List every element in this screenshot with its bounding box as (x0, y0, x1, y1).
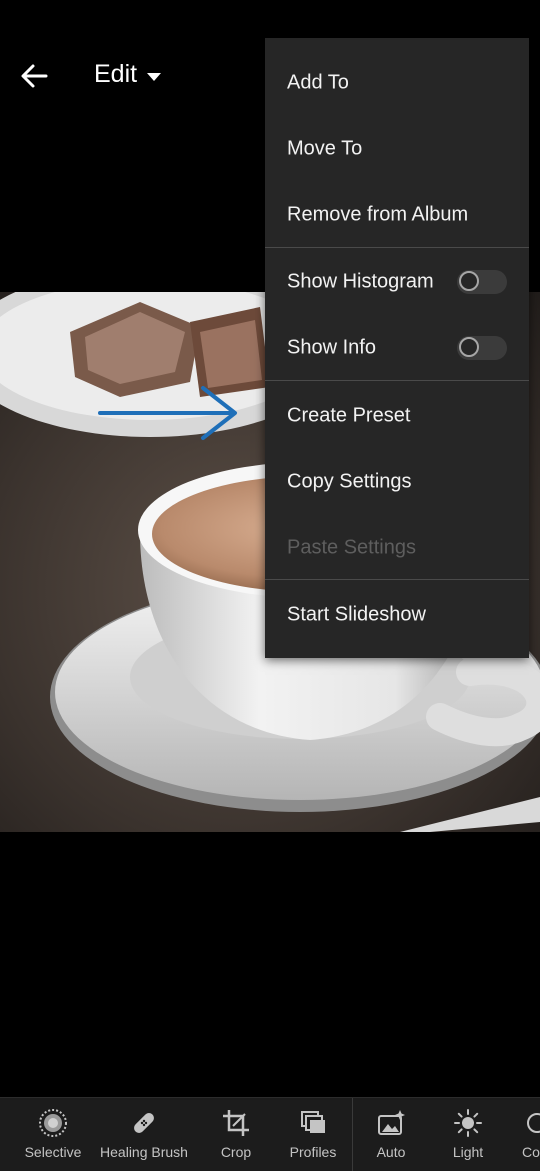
menu-item-label: Create Preset (287, 404, 411, 427)
menu-divider (265, 380, 529, 381)
tool-label: Light (452, 1144, 484, 1160)
auto-icon (378, 1110, 405, 1135)
menu-item-remove-from-album[interactable]: Remove from Album (265, 182, 529, 248)
tool-label: Crop (220, 1144, 252, 1160)
tool-profiles[interactable]: Profiles (283, 1098, 343, 1171)
edit-mode-dropdown[interactable]: Edit (94, 60, 162, 89)
menu-item-label: Remove from Album (287, 203, 469, 226)
menu-item-move-to[interactable]: Move To (265, 116, 529, 182)
menu-item-add-to[interactable]: Add To (265, 50, 529, 116)
tool-healing-brush[interactable]: Healing Brush (99, 1098, 189, 1171)
edit-toolbar: Selective Healing Brush Crop Profiles Au… (0, 1097, 540, 1171)
selective-icon (39, 1109, 67, 1137)
profiles-icon (301, 1111, 325, 1133)
crop-icon (223, 1110, 249, 1136)
tool-label: Healing Brush (100, 1144, 188, 1160)
tool-color[interactable]: Co (522, 1098, 540, 1171)
color-icon (527, 1113, 540, 1133)
menu-item-label: Copy Settings (287, 470, 412, 493)
info-toggle[interactable] (457, 336, 507, 360)
page-title: Edit (94, 60, 138, 88)
histogram-toggle[interactable] (457, 270, 507, 294)
annotation-arrow (98, 386, 237, 440)
tool-label: Co (522, 1144, 540, 1160)
tool-light[interactable]: Light (443, 1098, 493, 1171)
tool-crop[interactable]: Crop (206, 1098, 266, 1171)
back-arrow-icon (21, 64, 48, 88)
menu-item-show-info[interactable]: Show Info (265, 315, 529, 381)
toggle-knob (459, 271, 479, 291)
caret-down-icon (147, 72, 162, 81)
menu-item-label: Add To (287, 71, 349, 94)
menu-item-label: Show Info (287, 336, 376, 359)
menu-item-create-preset[interactable]: Create Preset (265, 383, 529, 449)
menu-divider (265, 579, 529, 580)
sun-icon (454, 1109, 482, 1137)
toolbar-divider (352, 1098, 353, 1171)
bandage-icon (134, 1113, 154, 1133)
tool-label: Profiles (289, 1144, 337, 1160)
menu-item-start-slideshow[interactable]: Start Slideshow (265, 582, 529, 648)
menu-item-label: Paste Settings (287, 536, 416, 559)
tool-label: Selective (24, 1144, 82, 1160)
menu-item-show-histogram[interactable]: Show Histogram (265, 249, 529, 315)
tool-label: Auto (376, 1144, 406, 1160)
overflow-menu: Add To Move To Remove from Album Show Hi… (265, 38, 529, 658)
back-button[interactable] (16, 58, 52, 94)
menu-item-label: Start Slideshow (287, 603, 426, 626)
tool-selective[interactable]: Selective (18, 1098, 88, 1171)
toggle-knob (459, 337, 479, 357)
menu-item-paste-settings: Paste Settings (265, 515, 529, 581)
menu-item-copy-settings[interactable]: Copy Settings (265, 449, 529, 515)
menu-item-label: Move To (287, 137, 363, 160)
menu-divider (265, 247, 529, 248)
tool-auto[interactable]: Auto (366, 1098, 416, 1171)
menu-item-label: Show Histogram (287, 270, 434, 293)
